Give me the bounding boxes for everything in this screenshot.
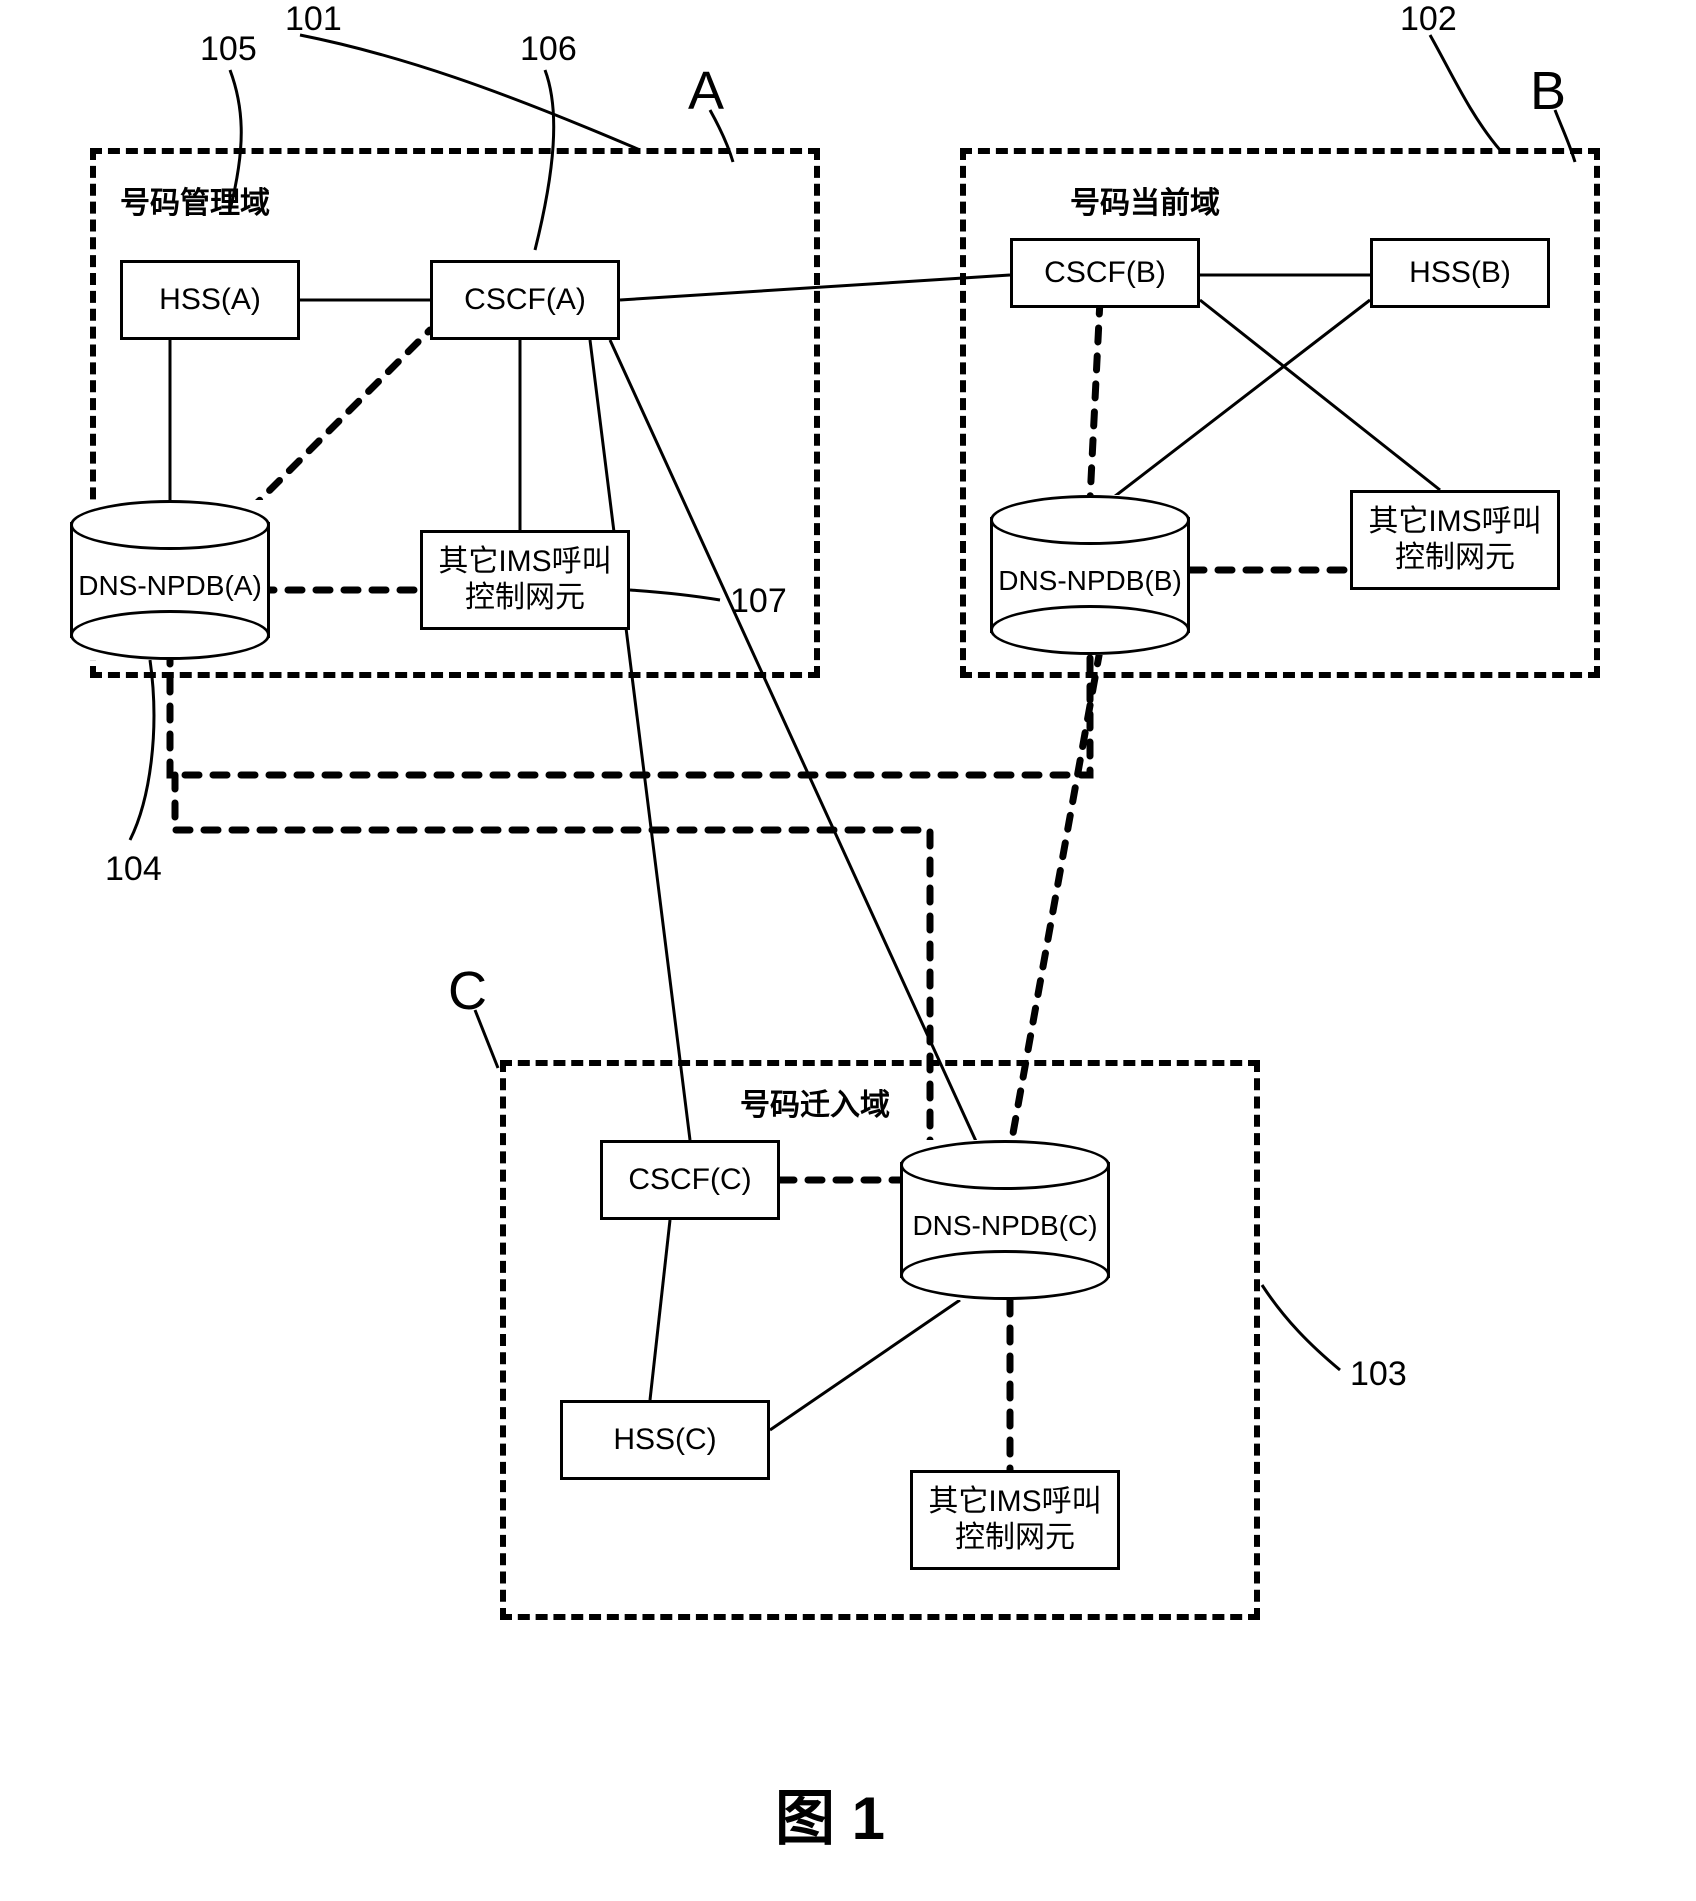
edge-hssC-npdbC	[770, 1300, 960, 1430]
ref-105: 105	[200, 30, 257, 69]
edge-cscfA-cscfB	[620, 275, 1010, 300]
node-cscfC: CSCF(C)	[600, 1140, 780, 1220]
callout-105	[230, 70, 241, 210]
node-npdbC-label: DNS-NPDB(C)	[900, 1210, 1110, 1242]
callout-101	[300, 35, 640, 150]
node-npdbB: DNS-NPDB(B)	[990, 495, 1190, 655]
node-hssA: HSS(A)	[120, 260, 300, 340]
node-cscfC-label: CSCF(C)	[628, 1162, 751, 1198]
node-hssC: HSS(C)	[560, 1400, 770, 1480]
ref-106: 106	[520, 30, 577, 69]
ref-104: 104	[105, 850, 162, 889]
ref-101: 101	[285, 0, 342, 39]
domain-B-letter: B	[1530, 60, 1566, 122]
node-otherC: 其它IMS呼叫控制网元	[910, 1470, 1120, 1570]
edge-cscfB-npdbB	[1090, 300, 1100, 500]
callout-102	[1430, 35, 1500, 150]
node-hssB-label: HSS(B)	[1409, 255, 1511, 291]
node-npdbB-label: DNS-NPDB(B)	[990, 565, 1190, 597]
node-npdbA-label: DNS-NPDB(A)	[70, 570, 270, 602]
node-otherB-label: 其它IMS呼叫控制网元	[1357, 504, 1553, 576]
callout-106	[535, 70, 554, 250]
figure-canvas: 号码管理域 号码当前域 号码迁入域	[0, 0, 1696, 1901]
node-hssC-label: HSS(C)	[613, 1422, 716, 1458]
ref-102: 102	[1400, 0, 1457, 39]
node-otherB: 其它IMS呼叫控制网元	[1350, 490, 1560, 590]
node-cscfA-label: CSCF(A)	[464, 282, 586, 318]
callout-104	[130, 660, 154, 840]
edge-cscfA-npdbC	[610, 340, 980, 1150]
callout-103	[1262, 1285, 1340, 1370]
node-npdbC: DNS-NPDB(C)	[900, 1140, 1110, 1300]
domain-A-letter: A	[688, 60, 724, 122]
callout-107	[630, 590, 720, 600]
node-cscfB: CSCF(B)	[1010, 238, 1200, 308]
node-otherA-label: 其它IMS呼叫控制网元	[427, 544, 623, 616]
edge-cscfC-hssC	[650, 1220, 670, 1400]
ref-103: 103	[1350, 1355, 1407, 1394]
domain-C-letter: C	[448, 960, 487, 1022]
figure-caption: 图 1	[775, 1770, 885, 1857]
node-hssA-label: HSS(A)	[159, 282, 261, 318]
node-otherA: 其它IMS呼叫控制网元	[420, 530, 630, 630]
ref-107: 107	[730, 582, 787, 621]
node-cscfB-label: CSCF(B)	[1044, 255, 1166, 291]
node-hssB: HSS(B)	[1370, 238, 1550, 308]
node-cscfA: CSCF(A)	[430, 260, 620, 340]
edge-cscfA-cscfC	[590, 340, 690, 1140]
edge-npdbA-npdbC	[175, 775, 930, 1170]
node-otherC-label: 其它IMS呼叫控制网元	[917, 1484, 1113, 1556]
edge-hssB-npdbB-cross	[1200, 300, 1440, 490]
node-npdbA: DNS-NPDB(A)	[70, 500, 270, 660]
